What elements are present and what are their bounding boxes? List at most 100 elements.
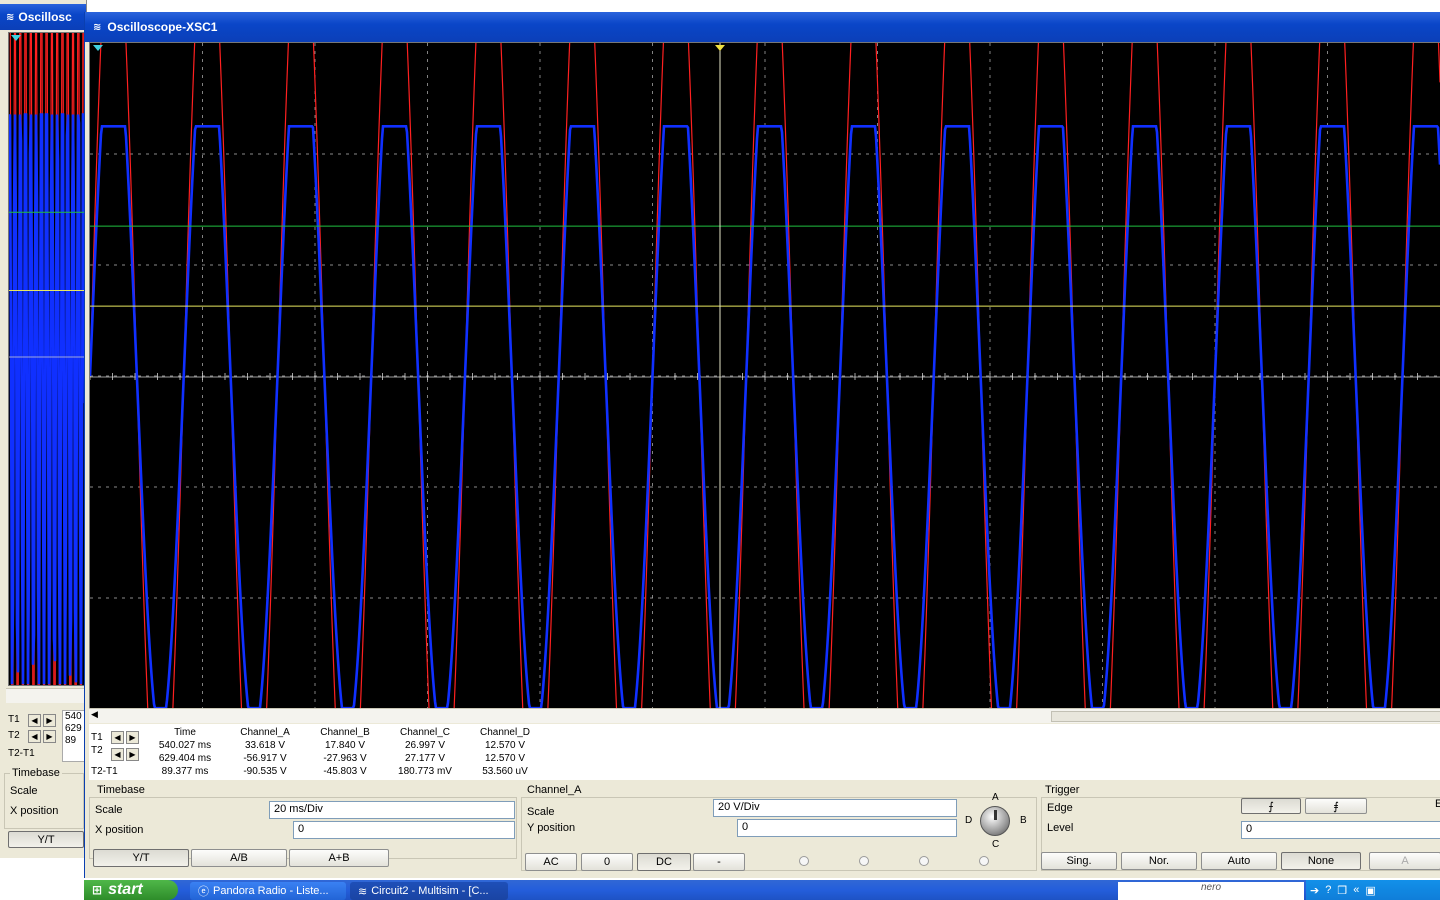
xpos-field[interactable]: 0: [293, 821, 515, 839]
header-channel-c: Channel_C: [399, 727, 451, 738]
help-icon[interactable]: ?: [1325, 884, 1331, 896]
multisim-icon: ≋: [358, 885, 368, 898]
zero-button[interactable]: 0: [581, 853, 633, 871]
nero-search-bar[interactable]: nero: [1118, 882, 1304, 900]
windows-logo-icon: ⊞: [92, 883, 103, 897]
edge-label: Edge: [1047, 802, 1073, 814]
dc-button[interactable]: DC: [637, 853, 691, 871]
cell: 17.840 V: [324, 740, 366, 751]
browser-icon: ⓔ: [198, 886, 209, 898]
channel-b-trace: [9, 113, 85, 685]
ac-button[interactable]: AC: [525, 853, 577, 871]
yt-button[interactable]: Y/T: [93, 849, 189, 867]
measurement-row-t2: 629.404 ms -56.917 V -27.963 V 27.177 V …: [145, 752, 545, 765]
bg-time-t2: 629: [65, 723, 82, 734]
cell: 540.027 ms: [158, 740, 212, 751]
nero-label: nero: [1200, 882, 1221, 893]
go-arrow-icon[interactable]: ➔: [1310, 884, 1319, 897]
radio-option-3[interactable]: [919, 856, 929, 866]
channel-label: Channel_A: [525, 784, 584, 796]
background-window-titlebar[interactable]: ≋ Oscillosc: [0, 4, 86, 30]
bg-scale-label: Scale: [10, 785, 38, 797]
xpos-label: X position: [95, 824, 144, 836]
cell: 629.404 ms: [158, 753, 212, 764]
single-button[interactable]: Sing.: [1041, 852, 1117, 870]
cursor-t1-marker: [715, 45, 725, 51]
ypos-label: Y position: [527, 822, 576, 834]
bg-t1-right-arrow[interactable]: ▶: [43, 714, 56, 727]
knob-label-c: C: [992, 839, 1000, 850]
bg-timebase-group: [4, 773, 84, 829]
cell: 89.377 ms: [161, 766, 209, 777]
cell: 33.618 V: [244, 740, 286, 751]
t1-right-arrow[interactable]: ▶: [126, 731, 139, 744]
start-button[interactable]: ⊞ start: [84, 880, 178, 900]
tray-app-icon[interactable]: ▣: [1365, 884, 1375, 897]
none-button[interactable]: None: [1281, 852, 1361, 870]
bg-t2-label: T2: [8, 730, 20, 741]
radio-option-2[interactable]: [859, 856, 869, 866]
bg-yt-button[interactable]: Y/T: [8, 831, 84, 848]
radio-option-4[interactable]: [979, 856, 989, 866]
radio-option-1[interactable]: [799, 856, 809, 866]
t2-right-arrow[interactable]: ▶: [126, 748, 139, 761]
normal-button[interactable]: Nor.: [1121, 852, 1197, 870]
bg-t21-label: T2-T1: [8, 748, 35, 759]
cell: 53.560 uV: [482, 766, 528, 777]
screen-scrollbar[interactable]: ◀: [89, 708, 1440, 723]
ypos-field[interactable]: 0: [737, 819, 957, 837]
scope-plot: [90, 43, 1440, 709]
measurement-table: Time Channel_A Channel_B Channel_C Chann…: [145, 726, 545, 778]
level-field[interactable]: 0: [1241, 821, 1440, 839]
bg-t2-left-arrow[interactable]: ◀: [28, 730, 41, 743]
channel-scale-field[interactable]: 20 V/Div: [713, 799, 957, 817]
chevron-left-icon[interactable]: «: [1353, 884, 1359, 896]
knob-label-d: D: [965, 815, 973, 826]
start-label: start: [108, 881, 143, 898]
measurement-header-row: Time Channel_A Channel_B Channel_C Chann…: [145, 726, 545, 739]
cell: -27.963 V: [323, 753, 367, 764]
timebase-scale-field[interactable]: 20 ms/Div: [269, 801, 515, 819]
knob-label-b: B: [1020, 815, 1027, 826]
bg-t1-left-arrow[interactable]: ◀: [28, 714, 41, 727]
channel-selector-knob[interactable]: [980, 806, 1010, 836]
timebase-label: Timebase: [95, 784, 147, 796]
scroll-thumb[interactable]: [1051, 711, 1440, 722]
bg-time-t21: 89: [65, 735, 77, 746]
window-icon[interactable]: ❐: [1337, 884, 1347, 897]
minus-button[interactable]: -: [693, 853, 745, 871]
cell: 12.570 V: [484, 753, 526, 764]
a-plus-b-button[interactable]: A+B: [289, 849, 389, 867]
trigger-source-a-button[interactable]: A: [1369, 852, 1440, 870]
background-window-title: Oscillosc: [18, 10, 72, 24]
channel-scale-label: Scale: [527, 806, 555, 818]
auto-button[interactable]: Auto: [1201, 852, 1277, 870]
bg-t2-right-arrow[interactable]: ▶: [43, 730, 56, 743]
trigger-label: Trigger: [1043, 784, 1082, 796]
bg-xpos-label: X position: [10, 805, 59, 817]
measurement-row-t1: 540.027 ms 33.618 V 17.840 V 26.997 V 12…: [145, 739, 545, 752]
t2-label: T2: [91, 745, 103, 756]
t21-label: T2-T1: [91, 766, 118, 777]
measurement-panel: T1 T2 T2-T1 ◀ ▶ ◀ ▶ Time Channel_A Chann…: [89, 724, 1440, 780]
ab-button[interactable]: A/B: [191, 849, 287, 867]
rising-edge-button[interactable]: ⨍: [1241, 798, 1301, 814]
background-scope-plot: [9, 33, 85, 685]
bg-measure-values: 540 629 89: [62, 710, 86, 762]
window-titlebar[interactable]: ≋ Oscilloscope-XSC1: [85, 12, 1440, 42]
taskbar-item-label: Pandora Radio - Liste...: [213, 885, 329, 897]
falling-edge-button[interactable]: ⨎: [1305, 798, 1367, 814]
cell: -90.535 V: [243, 766, 287, 777]
background-scrollbar[interactable]: [6, 688, 86, 703]
t2-left-arrow[interactable]: ◀: [111, 748, 124, 761]
header-channel-b: Channel_B: [320, 727, 370, 738]
scroll-left-arrow[interactable]: ◀: [91, 709, 98, 720]
taskbar-item-pandora[interactable]: ⓔ Pandora Radio - Liste...: [190, 882, 346, 900]
cell: -45.803 V: [323, 766, 367, 777]
bg-time-t1: 540: [65, 711, 82, 722]
cell: 180.773 mV: [398, 766, 452, 777]
t1-left-arrow[interactable]: ◀: [111, 731, 124, 744]
scope-screen[interactable]: [89, 42, 1440, 710]
timebase-scale-label: Scale: [95, 804, 123, 816]
taskbar-item-multisim[interactable]: ≋ Circuit2 - Multisim - [C...: [350, 882, 508, 900]
